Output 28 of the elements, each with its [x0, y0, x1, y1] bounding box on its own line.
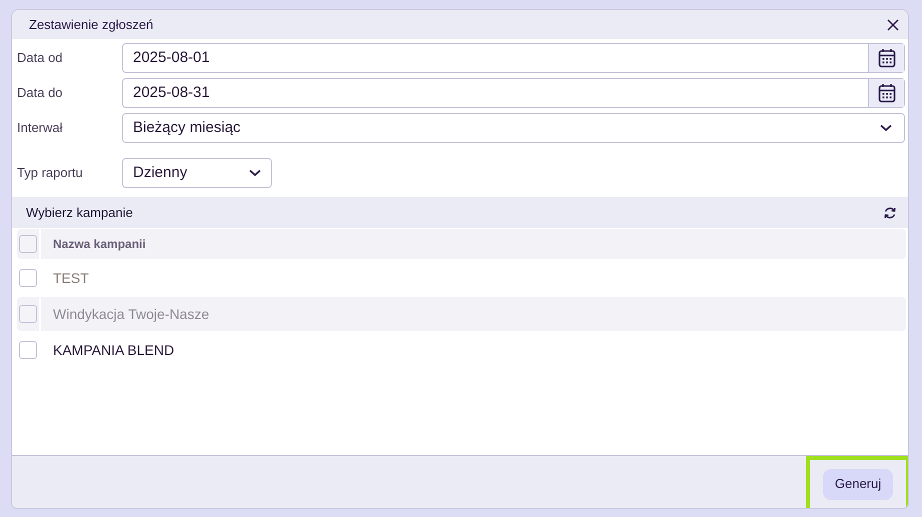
calendar-icon	[878, 48, 896, 68]
campaign-name: TEST	[52, 268, 90, 288]
field-label: Interwał	[17, 119, 64, 138]
checkbox[interactable]	[19, 235, 37, 253]
chevron-down-icon	[249, 169, 261, 177]
refresh-button[interactable]	[882, 204, 898, 220]
dialog-title: Zestawienie zgłoszeń	[29, 16, 154, 34]
section-title: Wybierz kampanie	[26, 204, 133, 222]
field-label: Typ raportu	[17, 164, 84, 182]
campaign-name: Windykacja Twoje-Nasze	[41, 297, 906, 331]
calendar-button[interactable]	[868, 44, 904, 72]
checkbox[interactable]	[19, 269, 37, 287]
date-field[interactable]: 2025-08-01	[122, 43, 905, 73]
campaign-name: KAMPANIA BLEND	[52, 340, 176, 360]
generate-button[interactable]: Generuj	[822, 468, 894, 500]
interval-dropdown[interactable]: Bieżący miesiąc	[122, 113, 905, 143]
calendar-button[interactable]	[868, 79, 904, 107]
field-label: Data do	[17, 84, 64, 102]
calendar-icon	[878, 83, 896, 103]
chevron-down-icon	[880, 124, 892, 132]
checkbox[interactable]	[19, 341, 37, 359]
checkbox[interactable]	[19, 305, 37, 323]
report-type-dropdown[interactable]: Dzienny	[122, 158, 272, 188]
column-header: Nazwa kampanii	[41, 229, 906, 259]
date-field[interactable]: 2025-08-31	[122, 78, 905, 108]
field-label: Data od	[17, 49, 64, 68]
refresh-icon	[883, 206, 897, 220]
close-icon	[887, 18, 899, 30]
